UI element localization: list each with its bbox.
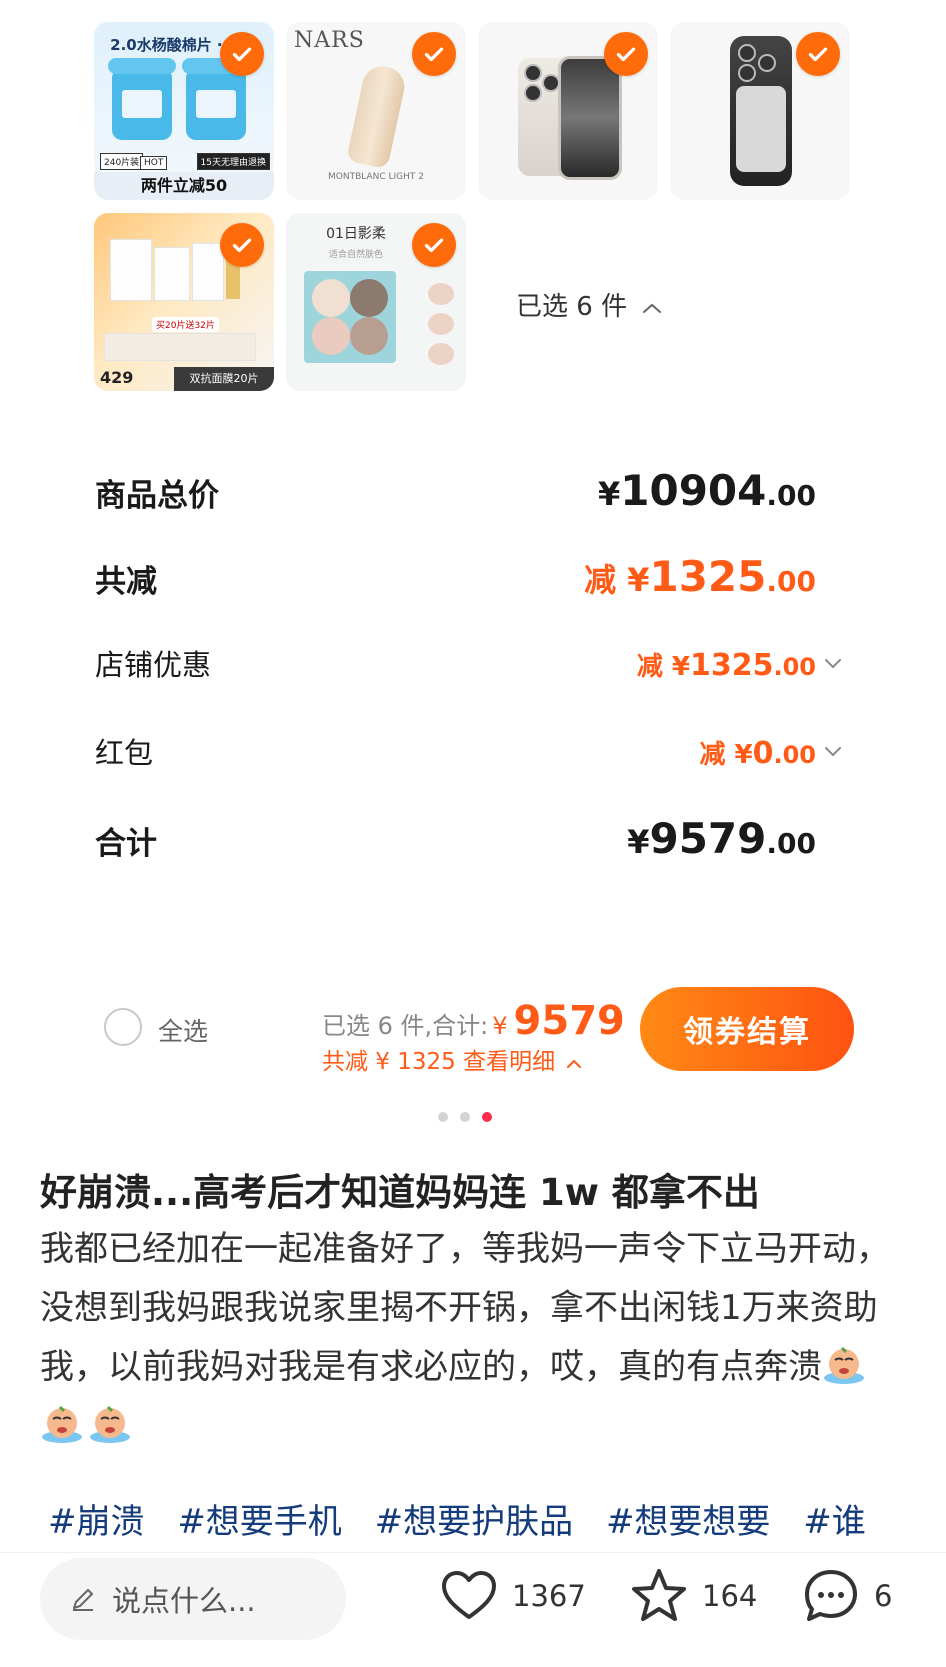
product-1-jar (182, 58, 250, 140)
grand-total-value: ¥9579.00 (627, 814, 816, 863)
view-details-link[interactable]: 共减 ¥ 1325 查看明细 (322, 1042, 582, 1076)
product-5-tag: 买20片送32片 (152, 317, 219, 332)
hashtag-list: #崩溃 #想要手机 #想要护肤品 #想要想要 #谁 (48, 1494, 888, 1543)
carousel-dot[interactable] (438, 1112, 448, 1122)
chevron-up-icon (643, 303, 662, 313)
carousel-dot[interactable] (460, 1112, 470, 1122)
checkout-button[interactable]: 领券结算 (640, 987, 854, 1071)
goods-total-value: ¥10904.00 (598, 466, 816, 515)
eyeshadow-palette (304, 271, 396, 363)
carousel-dots (438, 1112, 492, 1122)
product-6-subtitle: 适合自然肤色 (328, 250, 383, 260)
chevron-down-icon[interactable] (824, 742, 842, 760)
product-thumb-3[interactable] (478, 22, 658, 200)
goods-total-label: 商品总价 (95, 478, 219, 514)
select-all-label[interactable]: 全选 (158, 1012, 208, 1048)
hashtag[interactable]: #想要想要 (606, 1502, 771, 1542)
product-5-price: 429 (100, 368, 134, 387)
total-discount-label: 共减 (95, 564, 157, 600)
favorite-button[interactable]: 164 (628, 1565, 757, 1627)
hashtag[interactable]: #崩溃 (48, 1502, 145, 1542)
checkmark-icon[interactable] (412, 223, 456, 267)
product-thumb-6[interactable]: 01日影柔 适合自然肤色 (286, 213, 466, 391)
post-title: 好崩溃...高考后才知道妈妈连 1w 都拿不出 (40, 1171, 760, 1214)
hashtag[interactable]: #想要护肤品 (375, 1502, 574, 1542)
crying-emoji-icon (90, 1405, 130, 1443)
hashtag[interactable]: #谁 (803, 1502, 866, 1542)
selected-count-label: 已选 6 件 (516, 292, 628, 322)
checkmark-icon[interactable] (220, 32, 264, 76)
like-button[interactable]: 1367 (438, 1565, 586, 1627)
product-thumb-5[interactable]: 买20片送32片 429 双抗面膜20片 (94, 213, 274, 391)
checkmark-icon[interactable] (412, 32, 456, 76)
product-6-title: 01日影柔 (326, 226, 386, 242)
total-discount-value: 减 ¥1325.00 (584, 552, 816, 601)
comment-input[interactable]: 说点什么... (40, 1558, 346, 1640)
post-body: 我都已经加在一起准备好了，等我妈一声令下立马开动，没想到我妈跟我说家里揭不开锅，… (40, 1220, 910, 1456)
red-packet-value[interactable]: 减 ¥0.00 (699, 734, 816, 771)
shop-discount-label: 店铺优惠 (95, 648, 212, 682)
product-thumb-2[interactable]: NARS MONTBLANC LIGHT 2 (286, 22, 466, 200)
hashtag[interactable]: #想要手机 (177, 1502, 342, 1542)
product-1-jar (108, 58, 176, 140)
product-5-footer: 双抗面膜20片 (174, 367, 274, 391)
star-icon (632, 1569, 686, 1621)
red-packet-label: 红包 (95, 736, 154, 770)
chevron-up-icon (567, 1059, 582, 1068)
chevron-down-icon[interactable] (824, 654, 842, 672)
comment-count: 6 (874, 1579, 893, 1613)
comment-placeholder: 说点什么... (112, 1584, 256, 1618)
comment-button[interactable]: 6 (800, 1565, 892, 1627)
favorite-count: 164 (702, 1579, 758, 1613)
crying-emoji-icon (824, 1346, 864, 1384)
product-thumb-1[interactable]: 2.0水杨酸棉片 · 肤质 240片装 HOT 15天无理由退换 两件立减50 (94, 22, 274, 200)
shop-discount-value[interactable]: 减 ¥1325.00 (637, 646, 816, 683)
checkout-summary: 已选 6 件,合计: ¥9579 (322, 998, 625, 1044)
product-1-badge: 240片装 (100, 153, 144, 170)
checkmark-icon[interactable] (796, 32, 840, 76)
phone-front (558, 56, 622, 180)
checkmark-icon[interactable] (220, 223, 264, 267)
grand-total-label: 合计 (95, 826, 157, 862)
product-2-label: MONTBLANC LIGHT 2 (327, 172, 424, 182)
product-2-bottle (346, 62, 408, 170)
crying-emoji-icon (42, 1405, 82, 1443)
product-2-brand: NARS (294, 28, 365, 53)
checkmark-icon[interactable] (604, 32, 648, 76)
bottom-bar-divider (0, 1552, 946, 1553)
comment-icon (805, 1570, 857, 1621)
select-all-radio[interactable] (104, 1008, 142, 1046)
carousel-dot-active[interactable] (482, 1112, 492, 1122)
product-1-badge: 15天无理由退换 (196, 153, 270, 170)
phone-case (730, 36, 792, 186)
checkout-amount: 9579 (513, 998, 625, 1044)
product-1-badge: HOT (140, 156, 168, 170)
heart-icon (442, 1571, 496, 1619)
like-count: 1367 (512, 1579, 586, 1613)
product-thumb-4[interactable] (670, 22, 850, 200)
product-1-promo: 两件立减50 (94, 172, 274, 200)
pen-icon (73, 1589, 93, 1611)
selected-count-toggle[interactable]: 已选 6 件 (516, 286, 663, 323)
